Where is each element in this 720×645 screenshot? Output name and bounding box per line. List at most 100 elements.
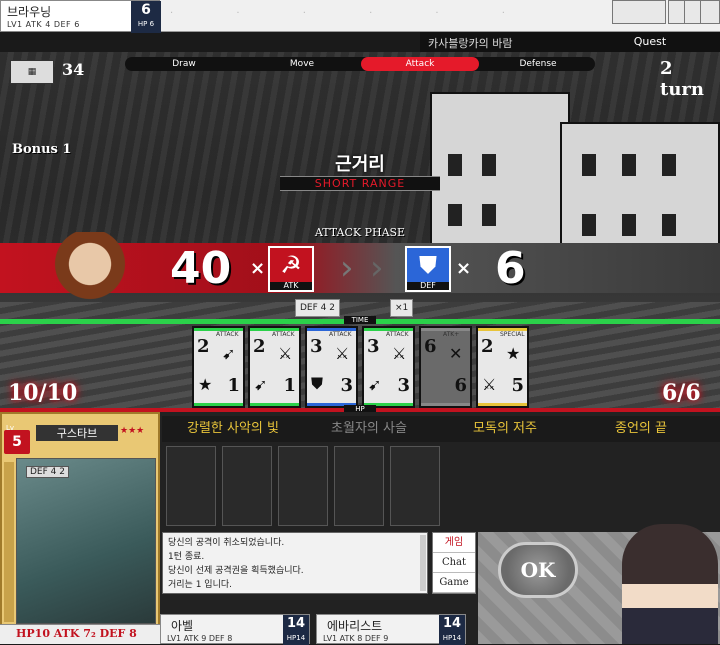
enemy-hp-badge: 6 HP 6 — [131, 1, 161, 33]
quest-button[interactable]: Quest — [620, 35, 680, 48]
ally-name: 에바리스트 — [327, 619, 383, 633]
log-line: 1턴 종료. — [168, 552, 205, 562]
ally-name: 아벨 — [171, 619, 194, 633]
card-bottom-icon: ⚔ — [482, 375, 497, 394]
player-hp-splat: 10/10 — [8, 380, 78, 406]
ally-stats: LV1 ATK 9 DEF 8 — [167, 634, 233, 643]
hand-card[interactable]: SPECIAL 2 ★ ⚔ 5 — [476, 326, 529, 408]
card-bottom-stripe — [478, 403, 527, 406]
skill-button[interactable]: 강렬한 사악의 빛 — [166, 418, 300, 440]
card-top-value: 2 — [197, 336, 210, 357]
hand-card[interactable]: ATK+ 6 ✕ 6 — [419, 326, 472, 408]
card-bottom-value: 6 — [454, 375, 467, 396]
card-top-icon: ✕ — [449, 344, 463, 363]
card-top-icon: ★ — [506, 344, 521, 363]
attack-icon-caption: ATK — [270, 282, 312, 290]
card-top-icon: ➹ — [222, 344, 236, 363]
phase-tab-move: Move — [289, 59, 315, 69]
status-strip: 카사블랑카의 바람 Quest — [420, 32, 720, 52]
card-top-icon: ⚔ — [392, 344, 407, 363]
card-type: SPECIAL — [500, 331, 525, 338]
player-stars: ★★★ — [120, 426, 145, 436]
phase-tab-draw: Draw — [172, 59, 196, 69]
hand-card[interactable]: ATTACK 2 ⚔ ➹ 1 — [248, 326, 301, 408]
card-type: ATTACK — [329, 331, 352, 338]
card-slot[interactable] — [222, 446, 272, 526]
ally-plate[interactable]: 아벨 LV1 ATK 9 DEF 8 14 HP14 — [160, 614, 310, 645]
hand-card[interactable]: ATTACK 2 ➹ ★ 1 — [192, 326, 245, 408]
card-bottom-icon: ➹ — [368, 375, 382, 394]
enemy-plate[interactable]: 브라우닝 LV1 ATK 4 DEF 6 6 HP 6 — [0, 0, 161, 33]
attack-icon: ☭ ATK — [268, 246, 314, 292]
log-tab[interactable]: Chat — [433, 553, 475, 573]
card-bottom-icon: ★ — [198, 375, 213, 394]
ally-hp-value: 14 — [442, 616, 462, 631]
level-prefix: Lv — [6, 424, 15, 432]
card-slot[interactable] — [166, 446, 216, 526]
arrow-icon: › — [340, 248, 354, 288]
card-bottom-stripe — [194, 403, 243, 406]
message-log[interactable]: 당신의 공격이 취소되었습니다. 1턴 종료. 당신이 선제 공격권을 획득했습니다… — [162, 532, 428, 594]
card-type: ATTACK — [386, 331, 409, 338]
deck-pile-icon: ▦ — [10, 60, 54, 84]
player-portrait — [16, 458, 156, 624]
ally-stats: LV1 ATK 8 DEF 9 — [323, 634, 389, 643]
ally-hp-label: HP14 — [286, 634, 306, 642]
enemy-deck-card — [612, 0, 666, 24]
player-card-trim — [4, 462, 14, 622]
ally-hp-badge: 14 HP14 — [439, 615, 465, 645]
log-tab[interactable]: 게임 — [433, 533, 475, 553]
log-line: 당신이 선제 공격권을 획득했습니다. — [168, 566, 304, 576]
enemy-stats: LV1 ATK 4 DEF 6 — [7, 20, 80, 29]
defense-modifier-badge: ×1 — [390, 299, 414, 317]
card-bottom-value: 1 — [227, 375, 240, 396]
enemy-hp-splat: 6/6 — [662, 380, 701, 406]
defense-value: 6 — [495, 243, 526, 294]
deck-count: 34 — [62, 60, 85, 79]
card-bottom-stripe — [421, 403, 470, 406]
card-slot[interactable] — [278, 446, 328, 526]
card-bottom-value: 5 — [511, 375, 524, 396]
ally-hp-badge: 14 HP14 — [283, 615, 309, 645]
card-top-value: 2 — [253, 336, 266, 357]
hand-card[interactable]: ATTACK 3 ⚔ ➹ 3 — [362, 326, 415, 408]
card-bottom-icon: ➹ — [254, 375, 268, 394]
attacker-portrait — [40, 232, 140, 312]
hammer-sickle-icon: ☭ — [280, 251, 302, 279]
card-slot[interactable] — [390, 446, 440, 526]
turn-counter: 2 turn — [660, 58, 704, 100]
card-top-value: 3 — [310, 336, 323, 357]
log-tabs: 게임 Chat Game — [432, 532, 476, 594]
player-level-badge: 5 — [4, 430, 30, 454]
attack-value: 40 — [170, 243, 232, 294]
card-bottom-value: 1 — [283, 375, 296, 396]
arrow-icon: › — [370, 248, 384, 288]
defense-multiplier: × — [456, 258, 472, 279]
log-line: 거리는 1 입니다. — [168, 580, 232, 590]
ok-button[interactable]: OK — [498, 542, 578, 598]
attack-multiplier: × — [250, 258, 266, 279]
skill-button[interactable]: 초월자의 사슬 — [302, 418, 436, 440]
player-name: 구스타브 — [36, 425, 118, 441]
phase-tab-attack: Attack — [361, 57, 479, 71]
log-line: 당신의 공격이 취소되었습니다. — [168, 538, 285, 548]
bonus-label: Bonus 1 — [12, 142, 72, 157]
skill-button[interactable]: 종언의 끝 — [574, 418, 708, 440]
ally-hp-label: HP14 — [442, 634, 462, 642]
enemy-name: 브라우닝 — [7, 5, 52, 19]
log-scrollbar[interactable] — [420, 535, 426, 591]
skill-button[interactable]: 모독의 저주 — [438, 418, 572, 440]
card-slot[interactable] — [334, 446, 384, 526]
field-label: 카사블랑카의 바람 — [428, 37, 513, 50]
hand-card[interactable]: ATTACK 3 ⚔ ⛊ 3 — [305, 326, 358, 408]
log-tab[interactable]: Game — [433, 573, 475, 593]
skill-bar: 강렬한 사악의 빛 초월자의 사슬 모독의 저주 종언의 끝 — [162, 416, 720, 442]
card-type: ATTACK — [272, 331, 295, 338]
time-label: TIME — [344, 316, 376, 324]
range-title: 근거리 — [335, 154, 385, 175]
ally-plate[interactable]: 에바리스트 LV1 ATK 8 DEF 9 14 HP14 — [316, 614, 466, 645]
player-def-badge: DEF 4 2 — [26, 466, 69, 478]
player-level: 5 — [12, 434, 22, 450]
card-type: ATTACK — [216, 331, 239, 338]
ally-hp-value: 14 — [286, 616, 306, 631]
